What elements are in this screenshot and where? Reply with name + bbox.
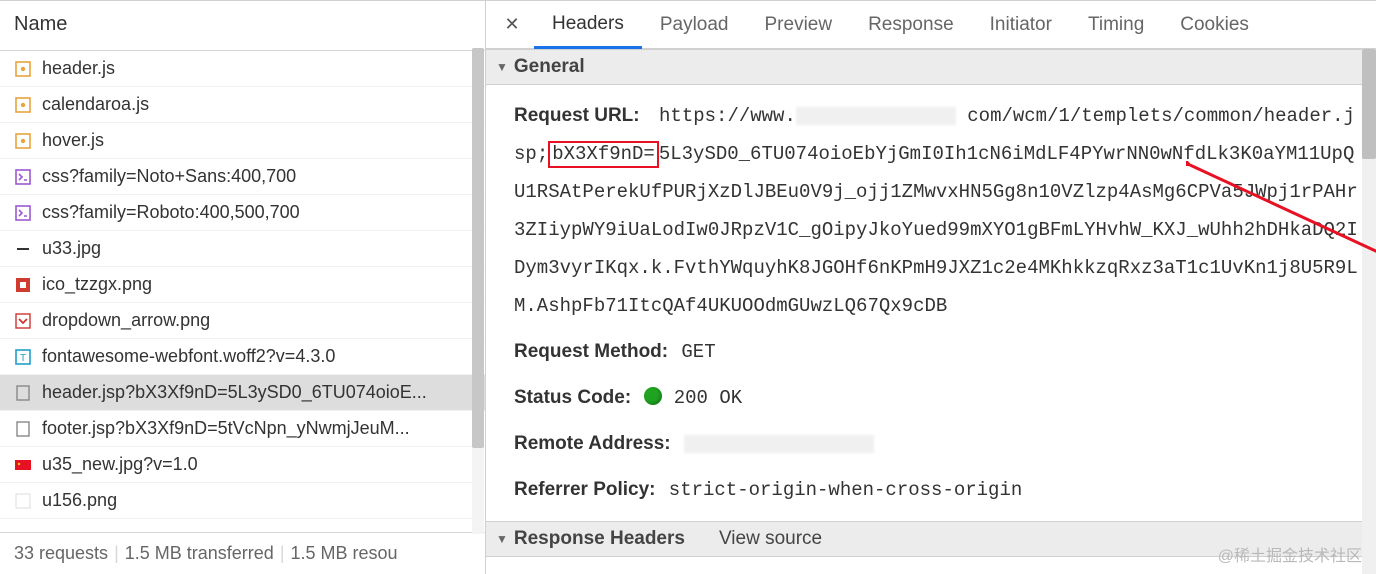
watermark: @稀土掘金技术社区 [1218, 542, 1362, 566]
doc-icon [14, 420, 32, 438]
img-blank-icon [14, 492, 32, 510]
general-title: General [514, 56, 585, 78]
url-querytail: 5L3ySD0_6TU074oioEbYjGmI0Ih1cN6iMdLF4PYw… [514, 143, 1358, 317]
status-dot-icon [644, 387, 662, 405]
file-row[interactable]: css?family=Noto+Sans:400,700 [0, 159, 485, 195]
font-icon: T [14, 348, 32, 366]
file-name: hover.js [42, 130, 104, 151]
file-name: footer.jsp?bX3Xf9nD=5tVcNpn_yNwmjJeuM... [42, 418, 410, 439]
requests-count: 33 requests [14, 543, 108, 564]
file-name: header.jsp?bX3Xf9nD=5L3ySD0_6TU074oioE..… [42, 382, 427, 403]
file-list: header.js calendaroa.js hover.js css?family… [0, 51, 485, 532]
request-method-value: GET [681, 341, 715, 363]
file-row[interactable]: u35_new.jpg?v=1.0 [0, 447, 485, 483]
disclosure-triangle-icon: ▼ [496, 60, 508, 74]
file-row[interactable]: dropdown_arrow.png [0, 303, 485, 339]
highlighted-param: bX3Xf9nD= [548, 141, 659, 168]
request-url-label: Request URL: [514, 105, 640, 126]
img-chevron-icon [14, 312, 32, 330]
file-row[interactable]: ico_tzzgx.png [0, 267, 485, 303]
css-icon [14, 168, 32, 186]
close-icon[interactable]: ✕ [498, 11, 526, 39]
file-name: dropdown_arrow.png [42, 310, 210, 331]
tab-preview[interactable]: Preview [747, 1, 851, 49]
js-icon [14, 96, 32, 114]
referrer-policy-label: Referrer Policy: [514, 479, 656, 500]
img-red-icon [14, 276, 32, 294]
general-header[interactable]: ▼ General [486, 49, 1376, 85]
js-icon [14, 60, 32, 78]
request-details-panel: ✕ HeadersPayloadPreviewResponseInitiator… [486, 0, 1376, 574]
file-row[interactable]: u33.jpg [0, 231, 485, 267]
file-row[interactable]: u156.png [0, 483, 485, 519]
request-method-label: Request Method: [514, 341, 668, 362]
tab-timing[interactable]: Timing [1070, 1, 1162, 49]
disclosure-triangle-icon: ▼ [496, 532, 508, 546]
request-url-row: Request URL: https://www. com/wcm/1/temp… [514, 97, 1358, 325]
js-icon [14, 132, 32, 150]
file-name: u156.png [42, 490, 117, 511]
referrer-policy-row: Referrer Policy: strict-origin-when-cros… [514, 471, 1358, 509]
url-scheme: https://www. [659, 105, 796, 127]
general-section: ▼ General Request URL: https://www. com/… [486, 49, 1376, 521]
transferred-size: 1.5 MB transferred [125, 543, 274, 564]
view-source-link[interactable]: View source [719, 528, 822, 550]
file-name: css?family=Noto+Sans:400,700 [42, 166, 296, 187]
file-name: u35_new.jpg?v=1.0 [42, 454, 198, 475]
tab-cookies[interactable]: Cookies [1162, 1, 1267, 49]
redacted-host [796, 107, 956, 125]
file-row[interactable]: css?family=Roboto:400,500,700 [0, 195, 485, 231]
details-tabs: ✕ HeadersPayloadPreviewResponseInitiator… [486, 1, 1376, 49]
file-row[interactable]: hover.js [0, 123, 485, 159]
redacted-address [684, 435, 874, 453]
file-row[interactable]: Tfontawesome-webfont.woff2?v=4.3.0 [0, 339, 485, 375]
request-method-row: Request Method: GET [514, 333, 1358, 371]
tab-initiator[interactable]: Initiator [972, 1, 1070, 49]
left-scrollbar[interactable] [472, 48, 484, 534]
file-name: fontawesome-webfont.woff2?v=4.3.0 [42, 346, 335, 367]
status-code-row: Status Code: 200 OK [514, 379, 1358, 417]
status-code-value: 200 OK [674, 387, 742, 409]
tab-payload[interactable]: Payload [642, 1, 747, 49]
status-code-label: Status Code: [514, 387, 631, 408]
right-scrollbar[interactable] [1362, 49, 1376, 574]
file-row[interactable]: calendaroa.js [0, 87, 485, 123]
file-name: calendaroa.js [42, 94, 149, 115]
file-row[interactable]: header.jsp?bX3Xf9nD=5L3ySD0_6TU074oioE..… [0, 375, 485, 411]
resources-size: 1.5 MB resou [291, 543, 398, 564]
remote-address-row: Remote Address: [514, 425, 1358, 463]
file-row[interactable]: header.js [0, 51, 485, 87]
css-icon [14, 204, 32, 222]
doc-icon [14, 384, 32, 402]
tab-headers[interactable]: Headers [534, 1, 642, 49]
name-column-header[interactable]: Name [0, 1, 485, 51]
img-dash-icon [14, 240, 32, 258]
img-cn-icon [14, 456, 32, 474]
remote-address-label: Remote Address: [514, 433, 671, 454]
file-name: ico_tzzgx.png [42, 274, 152, 295]
svg-text:T: T [20, 353, 26, 364]
tab-response[interactable]: Response [850, 1, 972, 49]
file-row[interactable]: footer.jsp?bX3Xf9nD=5tVcNpn_yNwmjJeuM... [0, 411, 485, 447]
network-request-list: Name header.js calendaroa.js hover.js css?f… [0, 0, 486, 574]
file-name: css?family=Roboto:400,500,700 [42, 202, 300, 223]
response-headers-title: Response Headers [514, 528, 685, 550]
network-summary: 33 requests | 1.5 MB transferred | 1.5 M… [0, 532, 485, 574]
file-name: u33.jpg [42, 238, 101, 259]
referrer-policy-value: strict-origin-when-cross-origin [669, 479, 1022, 501]
file-name: header.js [42, 58, 115, 79]
